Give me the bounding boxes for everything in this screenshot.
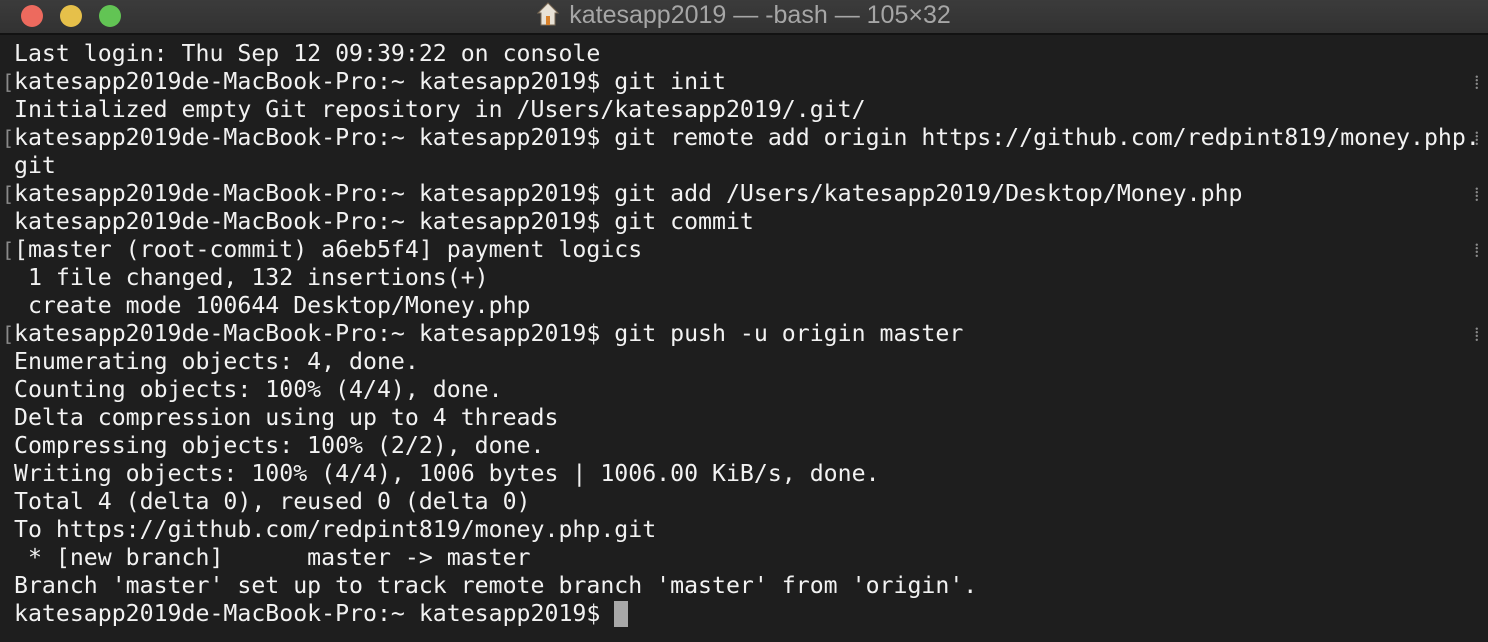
terminal-line-text: katesapp2019de-MacBook-Pro:~ katesapp201… bbox=[14, 124, 1480, 151]
terminal-line: [ ⁞ katesapp2019de-MacBook-Pro:~ katesapp2… bbox=[2, 320, 1480, 348]
window-title: katesapp2019 — -bash — 105×32 bbox=[0, 0, 1488, 33]
terminal-line: create mode 100644 Desktop/Money.php bbox=[14, 292, 1480, 320]
line-mark: [ bbox=[2, 322, 15, 346]
terminal-line: Compressing objects: 100% (2/2), done. bbox=[14, 432, 1480, 460]
terminal-line-text: Writing objects: 100% (4/4), 1006 bytes … bbox=[14, 460, 880, 487]
line-mark-right: ⁞ bbox=[1474, 238, 1480, 262]
terminal-line: katesapp2019de-MacBook-Pro:~ katesapp201… bbox=[14, 600, 1480, 628]
terminal-line-text: Delta compression using up to 4 threads bbox=[14, 404, 559, 431]
window-title-text: katesapp2019 — -bash — 105×32 bbox=[569, 1, 951, 29]
line-mark-right: ⁞ bbox=[1474, 182, 1480, 206]
terminal-line-text: Counting objects: 100% (4/4), done. bbox=[14, 376, 503, 403]
line-mark-right: ⁞ bbox=[1474, 126, 1480, 150]
terminal-line: [ ⁞ katesapp2019de-MacBook-Pro:~ katesapp2… bbox=[2, 68, 1480, 96]
cursor bbox=[614, 601, 629, 627]
terminal-line: * [new branch] master -> master bbox=[14, 544, 1480, 572]
terminal-line: 1 file changed, 132 insertions(+) bbox=[14, 264, 1480, 292]
line-mark: [ bbox=[2, 182, 15, 206]
line-mark: [ bbox=[2, 70, 15, 94]
terminal-line: [ ⁞ katesapp2019de-MacBook-Pro:~ katesapp2… bbox=[2, 180, 1480, 208]
terminal-line-text: Enumerating objects: 4, done. bbox=[14, 348, 419, 375]
terminal-line: Initialized empty Git repository in /Use… bbox=[14, 96, 1480, 124]
line-mark: [ bbox=[2, 126, 15, 150]
terminal-line-text: Total 4 (delta 0), reused 0 (delta 0) bbox=[14, 488, 531, 515]
terminal-line-text: git bbox=[14, 152, 56, 179]
terminal-line-text: Initialized empty Git repository in /Use… bbox=[14, 96, 866, 123]
terminal-line-text: Compressing objects: 100% (2/2), done. bbox=[14, 432, 545, 459]
line-mark-right: ⁞ bbox=[1474, 70, 1480, 94]
terminal-line-text: create mode 100644 Desktop/Money.php bbox=[14, 292, 531, 319]
terminal-line: Branch 'master' set up to track remote b… bbox=[14, 572, 1480, 600]
line-mark-right: ⁞ bbox=[1474, 322, 1480, 346]
terminal-line-text: katesapp2019de-MacBook-Pro:~ katesapp201… bbox=[14, 320, 964, 347]
terminal-line-text: katesapp2019de-MacBook-Pro:~ katesapp201… bbox=[14, 600, 615, 627]
line-mark: [ bbox=[2, 238, 15, 262]
terminal-line-text: katesapp2019de-MacBook-Pro:~ katesapp201… bbox=[14, 208, 754, 235]
terminal-line: Delta compression using up to 4 threads bbox=[14, 404, 1480, 432]
terminal-line: Writing objects: 100% (4/4), 1006 bytes … bbox=[14, 460, 1480, 488]
terminal-line: Enumerating objects: 4, done. bbox=[14, 348, 1480, 376]
terminal-line: [ ⁞ [master (root-commit) a6eb5f4] payment… bbox=[2, 236, 1480, 264]
terminal-line: git bbox=[14, 152, 1480, 180]
terminal-line: To https://github.com/redpint819/money.p… bbox=[14, 516, 1480, 544]
terminal-line-text: Branch 'master' set up to track remote b… bbox=[14, 572, 978, 599]
terminal-line: Counting objects: 100% (4/4), done. bbox=[14, 376, 1480, 404]
terminal-line-text: To https://github.com/redpint819/money.p… bbox=[14, 516, 657, 543]
terminal-line-text: 1 file changed, 132 insertions(+) bbox=[14, 264, 489, 291]
title-bar[interactable]: katesapp2019 — -bash — 105×32 bbox=[0, 0, 1488, 35]
terminal-line: [ ⁞ katesapp2019de-MacBook-Pro:~ katesapp2… bbox=[2, 124, 1480, 152]
terminal-line-text: * [new branch] master -> master bbox=[14, 544, 531, 571]
terminal-output[interactable]: Last login: Thu Sep 12 09:39:22 on conso… bbox=[2, 40, 1480, 628]
home-folder-icon bbox=[537, 2, 560, 26]
terminal-line: Last login: Thu Sep 12 09:39:22 on conso… bbox=[14, 40, 1480, 68]
terminal-line-text: Last login: Thu Sep 12 09:39:22 on conso… bbox=[14, 40, 601, 67]
terminal-line-text: katesapp2019de-MacBook-Pro:~ katesapp201… bbox=[14, 180, 1243, 207]
terminal-line: Total 4 (delta 0), reused 0 (delta 0) bbox=[14, 488, 1480, 516]
terminal-line-text: katesapp2019de-MacBook-Pro:~ katesapp201… bbox=[14, 68, 726, 95]
terminal-line: katesapp2019de-MacBook-Pro:~ katesapp201… bbox=[14, 208, 1480, 236]
terminal-line-text: [master (root-commit) a6eb5f4] payment l… bbox=[14, 236, 643, 263]
